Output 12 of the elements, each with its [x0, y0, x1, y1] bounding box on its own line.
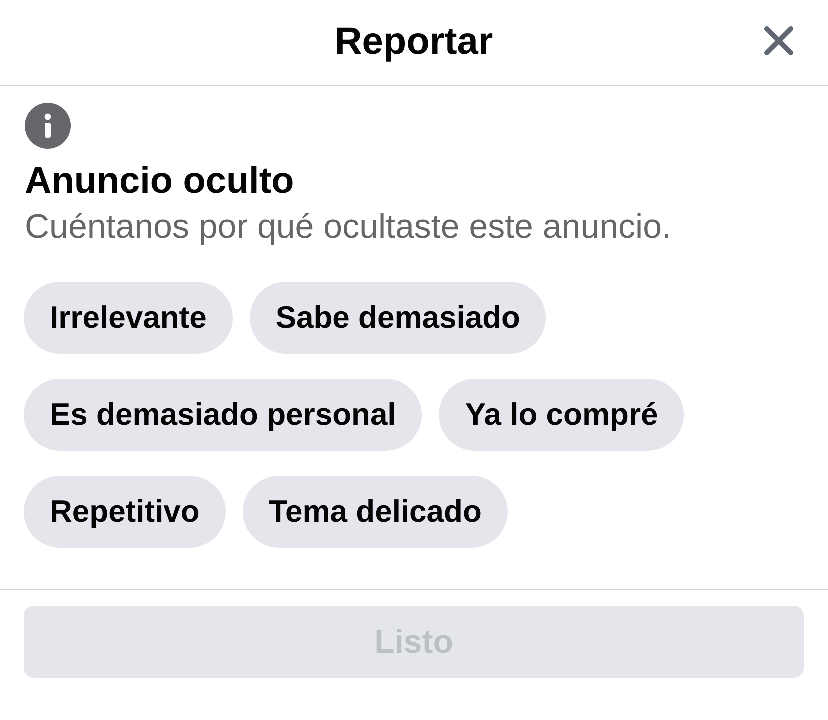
close-icon — [764, 26, 794, 56]
notice-description: Cuéntanos por qué ocultaste este anuncio. — [25, 207, 672, 247]
reason-chip[interactable]: Sabe demasiado — [250, 282, 546, 354]
notice-heading: Anuncio oculto — [25, 159, 296, 203]
info-icon — [25, 103, 71, 149]
reason-chip[interactable]: Es demasiado personal — [24, 379, 422, 451]
reason-chip[interactable]: Tema delicado — [242, 476, 508, 548]
reason-chip[interactable]: Irrelevante — [24, 282, 233, 354]
close-button[interactable] — [762, 24, 796, 58]
reason-chip[interactable]: Ya lo compré — [439, 379, 684, 451]
dialog-title: Reportar — [334, 20, 494, 65]
reason-chip[interactable]: Repetitivo — [24, 476, 226, 548]
